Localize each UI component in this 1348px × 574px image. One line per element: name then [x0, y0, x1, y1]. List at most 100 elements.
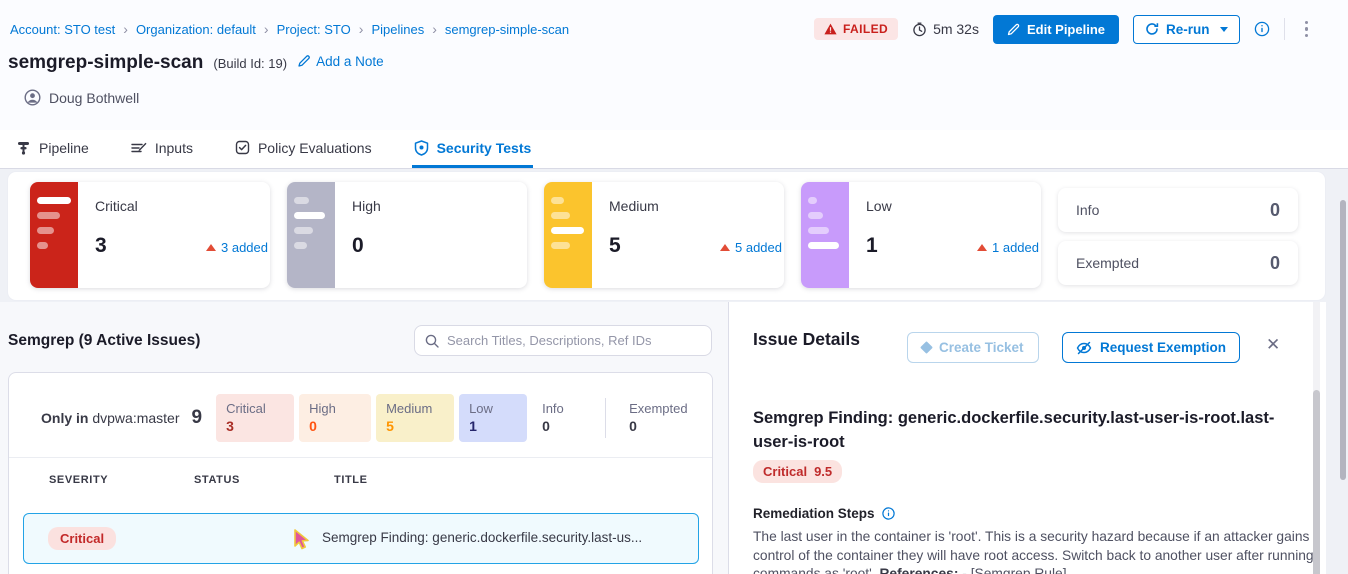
breadcrumb: Account: STO test › Organization: defaul… [10, 21, 569, 37]
severity-card-medium[interactable]: Medium 5 5 added [544, 182, 784, 288]
rerun-label: Re-run [1166, 22, 1210, 37]
severity-card-count: 0 [352, 234, 364, 258]
request-exemption-label: Request Exemption [1100, 340, 1226, 355]
shield-icon [414, 140, 429, 156]
column-header-severity: SEVERITY [49, 474, 108, 486]
status-text: FAILED [843, 22, 888, 36]
severity-label: Critical [763, 464, 807, 479]
severity-card-count: 3 [95, 234, 107, 258]
pencil-icon [297, 54, 311, 68]
breadcrumb-separator: › [123, 21, 128, 37]
tab-security-tests-label: Security Tests [437, 140, 532, 156]
triangle-up-icon [977, 244, 987, 251]
issues-search[interactable] [414, 325, 712, 356]
filter-pill-critical[interactable]: Critical 3 [216, 394, 294, 442]
severity-card-low[interactable]: Low 1 1 added [801, 182, 1041, 288]
severity-card-critical[interactable]: Critical 3 3 added [30, 182, 270, 288]
warning-triangle-icon [824, 23, 837, 35]
chevron-down-icon[interactable] [1220, 27, 1228, 32]
severity-card-delta: 5 added [720, 240, 782, 255]
issues-table-card: Only in dvpwa:master 9 Critical 3 High 0… [8, 372, 713, 574]
search-icon [425, 334, 439, 348]
tab-security-tests[interactable]: Security Tests [412, 130, 534, 168]
exempted-summary-card[interactable]: Exempted 0 [1058, 241, 1298, 285]
user-avatar-icon [24, 89, 41, 106]
info-summary-card[interactable]: Info 0 [1058, 188, 1298, 232]
tab-pipeline-label: Pipeline [39, 140, 89, 156]
scanner-title: Semgrep (9 Active Issues) [8, 332, 200, 350]
filter-pill-low[interactable]: Low 1 [459, 394, 527, 442]
severity-summary-panel: Critical 3 3 added High 0 Medium 5 5 add… [8, 172, 1325, 300]
inputs-icon [131, 140, 147, 155]
breadcrumb-separator: › [432, 21, 437, 37]
info-count: 0 [1270, 200, 1280, 221]
column-header-status: STATUS [194, 474, 240, 486]
tab-policy-evaluations-label: Policy Evaluations [258, 140, 372, 156]
status-badge: FAILED [814, 18, 898, 40]
tab-policy-evaluations[interactable]: Policy Evaluations [233, 130, 374, 168]
divider [9, 457, 712, 458]
refresh-icon [1145, 22, 1159, 36]
panel-scrollbar-thumb[interactable] [1313, 390, 1320, 574]
remediation-heading: Remediation Steps [753, 506, 875, 521]
info-icon[interactable] [882, 507, 895, 520]
pencil-icon [1007, 23, 1020, 36]
page-scrollbar-thumb[interactable] [1340, 200, 1346, 480]
severity-badge: Critical [48, 527, 116, 550]
triangle-up-icon [720, 244, 730, 251]
tab-inputs[interactable]: Inputs [129, 130, 195, 168]
edit-pipeline-label: Edit Pipeline [1027, 22, 1105, 37]
close-icon[interactable]: ✕ [1266, 335, 1280, 355]
breadcrumb-pipelines[interactable]: Pipelines [371, 22, 424, 37]
policy-check-icon [235, 140, 250, 155]
severity-card-label: High [352, 198, 527, 214]
severity-card-high[interactable]: High 0 [287, 182, 527, 288]
severity-score-badge: Critical 9.5 [753, 460, 842, 483]
severity-card-delta: 1 added [977, 240, 1039, 255]
ticket-icon [920, 341, 933, 354]
filter-pill-info[interactable]: Info 0 [532, 394, 594, 442]
finding-title: Semgrep Finding: generic.dockerfile.secu… [753, 406, 1281, 454]
pipeline-icon [16, 140, 31, 155]
severity-card-label: Critical [95, 198, 270, 214]
request-exemption-button[interactable]: Request Exemption [1062, 332, 1240, 363]
severity-card-count: 1 [866, 234, 878, 258]
breadcrumb-project[interactable]: Project: STO [277, 22, 351, 37]
filter-pill-exempted[interactable]: Exempted 0 [619, 394, 693, 442]
triggered-by: Doug Bothwell [24, 89, 139, 106]
scope-target: dvpwa:master [92, 410, 179, 426]
breadcrumb-separator: › [264, 21, 269, 37]
breadcrumb-organization[interactable]: Organization: default [136, 22, 256, 37]
issue-details-pane: Issue Details Create Ticket Request Exem… [729, 302, 1326, 574]
triangle-up-icon [206, 244, 216, 251]
duration-text: 5m 32s [933, 21, 979, 37]
create-ticket-button[interactable]: Create Ticket [907, 332, 1039, 363]
severity-score: 9.5 [814, 464, 832, 479]
breadcrumb-separator: › [359, 21, 364, 37]
table-row[interactable]: Critical Semgrep Finding: generic.docker… [23, 513, 699, 564]
search-input[interactable] [447, 333, 701, 348]
breadcrumb-pipeline-name[interactable]: semgrep-simple-scan [445, 22, 569, 37]
severity-card-count: 5 [609, 234, 621, 258]
table-header: SEVERITY STATUS TITLE [9, 474, 712, 490]
medium-severity-icon [544, 182, 592, 288]
tab-pipeline[interactable]: Pipeline [14, 130, 91, 168]
exempted-label: Exempted [1076, 255, 1270, 271]
edit-pipeline-button[interactable]: Edit Pipeline [993, 15, 1119, 44]
issue-details-heading: Issue Details [753, 329, 860, 350]
issues-list-pane: Semgrep (9 Active Issues) Only in dvpwa:… [0, 302, 729, 574]
filter-pill-high[interactable]: High 0 [299, 394, 371, 442]
low-severity-icon [801, 182, 849, 288]
column-header-title: TITLE [334, 474, 368, 486]
filter-pill-medium[interactable]: Medium 5 [376, 394, 454, 442]
critical-severity-icon [30, 182, 78, 288]
rerun-button[interactable]: Re-run [1133, 15, 1240, 44]
more-options-menu[interactable] [1299, 17, 1315, 42]
remediation-text: The last user in the container is 'root'… [753, 528, 1319, 574]
breadcrumb-account[interactable]: Account: STO test [10, 22, 115, 37]
severity-card-label: Low [866, 198, 1041, 214]
severity-card-delta: 3 added [206, 240, 268, 255]
exempted-count: 0 [1270, 253, 1280, 274]
add-note-link[interactable]: Add a Note [297, 54, 384, 69]
info-icon[interactable] [1254, 21, 1270, 37]
